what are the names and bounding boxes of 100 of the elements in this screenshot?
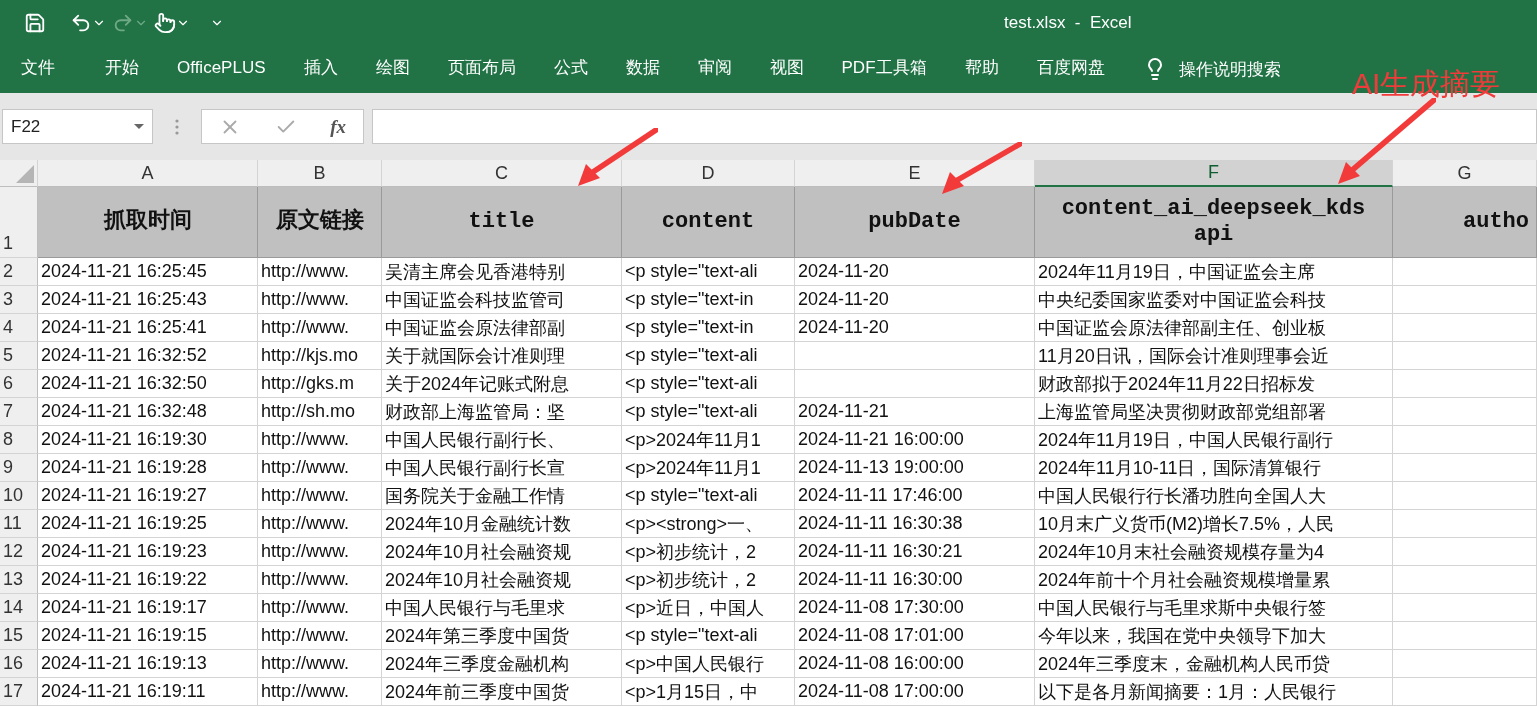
row-number[interactable]: 4: [0, 314, 38, 342]
ribbon-tab[interactable]: 插入: [303, 52, 338, 86]
table-cell-text: 2024年11月10-11日，国际清算银行: [1038, 456, 1322, 480]
row-number[interactable]: 16: [0, 650, 38, 678]
table-cell-text: 2024年第三季度中国货: [385, 624, 570, 648]
row-number[interactable]: 9: [0, 454, 38, 482]
row-number[interactable]: 14: [0, 594, 38, 622]
table-cell: 2024-11-21 16:19:28: [41, 457, 207, 478]
column-header[interactable]: F: [1035, 160, 1393, 187]
ribbon-tab[interactable]: 公式: [553, 52, 588, 86]
ribbon-tab[interactable]: 审阅: [697, 52, 732, 86]
table-cell: 2024-11-21 16:19:22: [41, 569, 207, 590]
table-cell-text: 2024年10月社会融资规: [385, 540, 572, 564]
header-cell: content: [622, 187, 795, 258]
tell-me-search[interactable]: 操作说明搜索: [1178, 57, 1281, 81]
ribbon-tab[interactable]: 视图: [769, 52, 804, 86]
arrow-icon: [578, 128, 658, 186]
table-cell-text: 2024年11月19日，中国证监会主席: [1038, 260, 1315, 284]
row-number[interactable]: 2: [0, 258, 38, 286]
table-cell: http://www.: [261, 597, 350, 618]
drag-handle-icon[interactable]: [175, 118, 179, 135]
table-cell: http://www.: [261, 429, 350, 450]
table-cell: <p style="text-ali: [625, 485, 758, 506]
ribbon-tab[interactable]: 数据: [625, 52, 660, 86]
table-cell: 2024-11-21 16:19:27: [41, 485, 207, 506]
table-cell: <p style="text-in: [625, 289, 754, 310]
table-cell: 2024-11-21: [798, 401, 889, 422]
column-header[interactable]: E: [795, 160, 1035, 187]
table-cell-text: <p>初步统计，2: [625, 568, 757, 592]
row-number[interactable]: 10: [0, 482, 38, 510]
table-cell-text: <p>中国人民银行: [625, 652, 765, 676]
row-number[interactable]: 6: [0, 370, 38, 398]
table-cell: 2024-11-11 16:30:00: [798, 569, 963, 590]
table-cell-text: 2024年10月末社会融资规模存量为4: [1038, 540, 1325, 564]
formula-input[interactable]: [372, 109, 1537, 144]
column-header[interactable]: B: [258, 160, 382, 187]
table-cell-text: 2024年前十个月社会融资规模增量累: [1038, 568, 1331, 592]
table-cell-text: 中国人民银行行长潘功胜向全国人大: [1038, 484, 1326, 508]
table-cell-text: 中国人民银行与毛里求: [385, 596, 565, 620]
table-cell: http://www.: [261, 317, 350, 338]
table-cell: 2024-11-20: [798, 289, 889, 310]
ribbon-tab[interactable]: 百度网盘: [1036, 52, 1105, 86]
row-number[interactable]: 12: [0, 538, 38, 566]
table-cell-text: 中央纪委国家监委对中国证监会科技: [1038, 288, 1326, 312]
table-cell: 2024-11-21 16:19:11: [41, 681, 206, 702]
table-cell: http://www.: [261, 653, 350, 674]
table-cell: 2024-11-21 16:25:45: [41, 261, 207, 282]
ribbon-tab[interactable]: 开始: [105, 52, 139, 86]
row-number[interactable]: 5: [0, 342, 38, 370]
column-header[interactable]: G: [1393, 160, 1537, 187]
table-cell-text: 11月20日讯，国际会计准则理事会近: [1038, 344, 1329, 368]
table-cell-text: <p>1月15日，中: [625, 680, 759, 704]
ribbon-tab[interactable]: 文件: [21, 52, 55, 86]
column-header[interactable]: A: [38, 160, 258, 187]
table-cell-text: 财政部上海监管局：坚: [385, 400, 565, 424]
table-cell-text: 中国人民银行与毛里求斯中央银行签: [1038, 596, 1326, 620]
ribbon-tab[interactable]: PDF工具箱: [841, 52, 927, 86]
table-cell: http://www.: [261, 625, 350, 646]
ribbon-tab[interactable]: 绘图: [375, 52, 410, 86]
touch-mode-icon[interactable]: [154, 11, 190, 34]
table-cell: 2024-11-08 16:00:00: [798, 653, 964, 674]
header-cell: title: [382, 187, 622, 258]
table-cell-text: 今年以来，我国在党中央领导下加大: [1038, 624, 1326, 648]
table-cell: <p style="text-ali: [625, 261, 758, 282]
row-number[interactable]: 11: [0, 510, 38, 538]
table-cell: http://www.: [261, 541, 350, 562]
row-number[interactable]: 13: [0, 566, 38, 594]
row-number[interactable]: 7: [0, 398, 38, 426]
table-cell: 2024-11-13 19:00:00: [798, 457, 964, 478]
table-cell-text: 2024年三季度末，金融机构人民币贷: [1038, 652, 1331, 676]
row-number[interactable]: 17: [0, 678, 38, 706]
table-cell-text: 中国证监会原法律部副主任、创业板: [1038, 316, 1326, 340]
column-header[interactable]: C: [382, 160, 622, 187]
table-cell-text: 中国人民银行副行长宣: [385, 456, 565, 480]
table-cell: 2024-11-11 16:30:21: [798, 541, 963, 562]
table-cell-text: 吴清主席会见香港特别: [385, 260, 565, 284]
window-title: test.xlsx - Excel: [1004, 12, 1132, 33]
ribbon-tab[interactable]: 帮助: [964, 52, 999, 86]
table-cell-text: <p><strong>一、: [625, 512, 764, 536]
ribbon-tab[interactable]: OfficePLUS: [177, 53, 266, 85]
insert-function-button[interactable]: fx: [330, 115, 347, 138]
ribbon-tab[interactable]: 页面布局: [447, 52, 516, 86]
table-cell: 2024-11-20: [798, 317, 889, 338]
row-number[interactable]: 1: [0, 187, 38, 258]
table-cell: <p style="text-ali: [625, 373, 758, 394]
table-cell-text: 关于2024年记账式附息: [385, 372, 570, 396]
table-cell: 2024-11-21 16:32:48: [41, 401, 207, 422]
column-header[interactable]: D: [622, 160, 795, 187]
annotation-text: AI生成摘要: [1352, 66, 1501, 102]
row-number[interactable]: 8: [0, 426, 38, 454]
table-cell-text: <p>2024年11月1: [625, 428, 761, 452]
caret-icon: [134, 123, 144, 130]
arrow-icon: [942, 142, 1022, 194]
select-all-icon[interactable]: [16, 165, 34, 183]
name-box[interactable]: F22: [2, 109, 153, 144]
row-number[interactable]: 3: [0, 286, 38, 314]
row-number[interactable]: 15: [0, 622, 38, 650]
table-cell: 2024-11-08 17:01:00: [798, 625, 964, 646]
header-cell: content_ai_deepseek_kds api: [1035, 187, 1393, 258]
save-icon[interactable]: [24, 11, 46, 34]
